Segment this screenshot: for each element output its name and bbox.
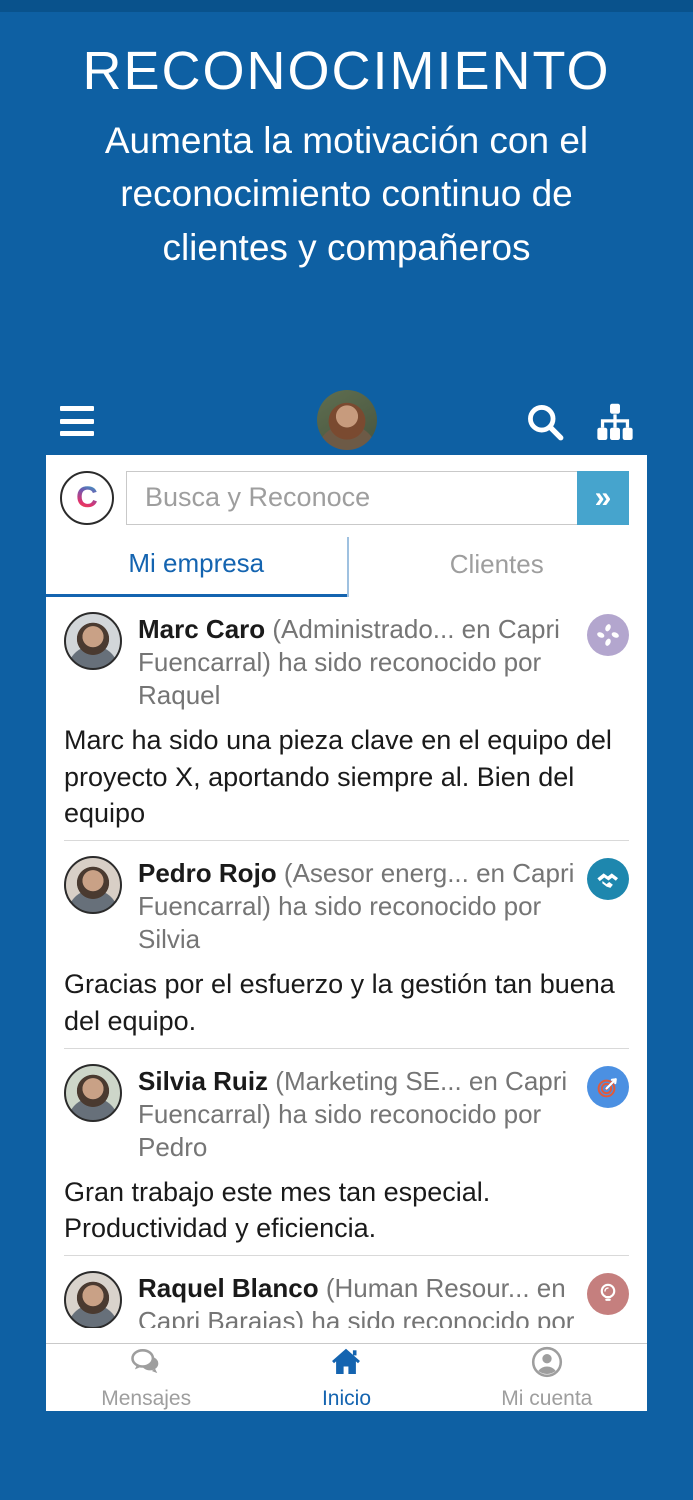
- recognition-header: Marc Caro (Administrado... en Capri Fuen…: [138, 612, 577, 712]
- feed-card: C » Mi empresa Clientes Marc Caro (Admin…: [46, 455, 647, 1411]
- hamburger-menu-icon[interactable]: [60, 406, 94, 436]
- member-avatar[interactable]: [64, 612, 122, 670]
- recognition-feed: Marc Caro (Administrado... en Capri Fuen…: [46, 597, 647, 1328]
- feed-item[interactable]: Pedro Rojo (Asesor energ... en Capri Fue…: [46, 841, 647, 1049]
- search-row: C »: [46, 455, 647, 525]
- logo-letter: C: [76, 480, 98, 514]
- member-avatar[interactable]: [64, 1063, 122, 1122]
- subtitle-line: Aumenta la motivación con el: [104, 120, 589, 162]
- status-bar: [0, 0, 693, 12]
- target-icon: [587, 1065, 629, 1108]
- org-chart-icon[interactable]: [591, 398, 639, 446]
- member-name: Marc Caro: [138, 614, 266, 644]
- feed-item[interactable]: Marc Caro (Administrado... en Capri Fuen…: [46, 597, 647, 842]
- subtitle-line: clientes y compañeros: [162, 226, 531, 268]
- handshake-icon: [587, 858, 629, 901]
- team-icon: [587, 614, 629, 656]
- tab-bar: Mi empresa Clientes: [46, 533, 647, 597]
- search-input[interactable]: [126, 470, 577, 525]
- recognition-message: Gran trabajo este mes tan especial. Prod…: [64, 1176, 491, 1244]
- recognition-header: Silvia Ruiz (Marketing SE... en Capri Fu…: [138, 1064, 577, 1164]
- lightbulb-icon: [587, 1273, 629, 1316]
- search-submit-button[interactable]: »: [577, 470, 629, 525]
- search-icon[interactable]: [521, 398, 569, 446]
- nav-item-mi-cuenta[interactable]: Mi cuenta: [447, 1344, 647, 1411]
- page-subtitle: Aumenta la motivación con el reconocimie…: [0, 114, 693, 274]
- tab-mi-empresa[interactable]: Mi empresa: [46, 533, 347, 597]
- feed-item[interactable]: Silvia Ruiz (Marketing SE... en Capri Fu…: [46, 1049, 647, 1257]
- chat-bubbles-icon: [128, 1344, 164, 1385]
- tab-divider: [346, 537, 349, 597]
- page-title: RECONOCIMIENTO: [82, 41, 611, 101]
- app-header: [46, 390, 647, 452]
- hero-section: RECONOCIMIENTO Aumenta la motivación con…: [0, 40, 693, 274]
- bottom-nav: Mensajes Inicio Mi cuenta: [46, 1343, 647, 1411]
- recognition-app-screen: { "hero": { "title": "RECONOCIMIENTO", "…: [0, 0, 693, 1500]
- account-icon: [529, 1344, 565, 1385]
- app-logo: C: [60, 470, 114, 525]
- recognition-message: Gracias por el esfuerzo y la gestión tan…: [64, 969, 615, 1036]
- nav-item-mensajes[interactable]: Mensajes: [46, 1344, 246, 1411]
- nav-label: Inicio: [321, 1387, 371, 1410]
- recognition-header: Raquel Blanco (Human Resour... en Capri …: [138, 1271, 577, 1328]
- profile-avatar[interactable]: [316, 390, 377, 450]
- feed-item[interactable]: Raquel Blanco (Human Resour... en Capri …: [46, 1256, 647, 1328]
- tab-clientes[interactable]: Clientes: [347, 533, 648, 597]
- member-avatar[interactable]: [64, 1271, 122, 1328]
- recognition-message: Marc ha sido una pieza clave en el equip…: [64, 725, 612, 829]
- recognition-header: Pedro Rojo (Asesor energ... en Capri Fue…: [138, 856, 577, 956]
- member-name: Raquel Blanco: [138, 1273, 319, 1304]
- member-name: Silvia Ruiz: [138, 1065, 269, 1096]
- nav-label: Mensajes: [101, 1387, 192, 1410]
- nav-label: Mi cuenta: [501, 1387, 593, 1410]
- member-name: Pedro Rojo: [138, 858, 277, 889]
- subtitle-line: reconocimiento continuo de: [120, 173, 573, 215]
- home-icon: [328, 1344, 364, 1385]
- member-avatar[interactable]: [64, 856, 122, 915]
- nav-item-inicio[interactable]: Inicio: [246, 1344, 446, 1411]
